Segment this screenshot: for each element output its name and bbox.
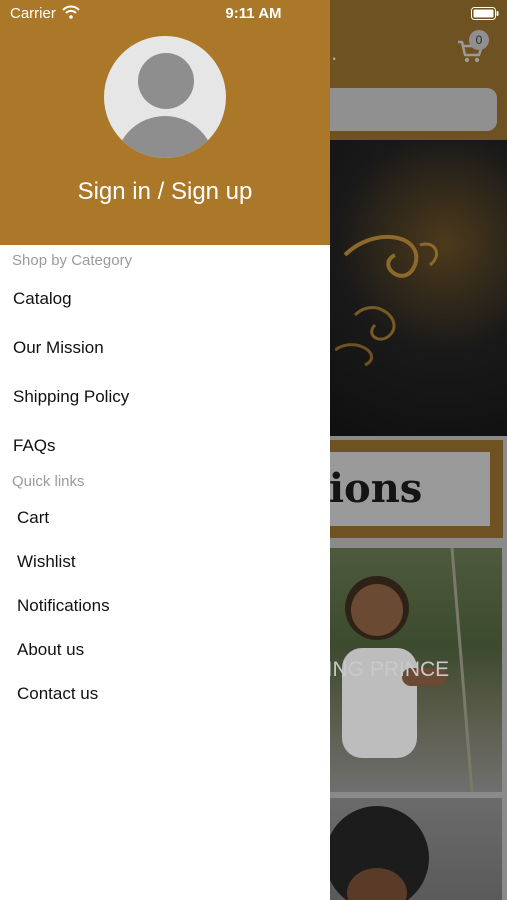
menu-item-contact-us[interactable]: Contact us xyxy=(17,684,98,704)
menu-item-notifications[interactable]: Notifications xyxy=(17,596,110,616)
clock: 9:11 AM xyxy=(225,5,282,22)
cart-count-badge: 0 xyxy=(469,30,489,50)
menu-item-wishlist[interactable]: Wishlist xyxy=(17,552,76,572)
section-heading-shop-by-category: Shop by Category xyxy=(12,252,133,269)
avatar-head xyxy=(138,53,194,109)
avatar[interactable] xyxy=(104,36,226,158)
product-card[interactable]: RMING PRINCE xyxy=(302,548,502,792)
menu-item-cart[interactable]: Cart xyxy=(17,508,49,528)
menu-item-our-mission[interactable]: Our Mission xyxy=(13,338,104,358)
hero-banner[interactable] xyxy=(300,140,507,436)
section-heading-quick-links: Quick links xyxy=(12,473,85,490)
drawer-header: Sign in / Sign up xyxy=(0,0,330,245)
sign-in-link[interactable]: Sign in / Sign up xyxy=(0,178,330,206)
menu-item-about-us[interactable]: About us xyxy=(17,640,84,660)
product-card[interactable] xyxy=(302,798,502,900)
logo-swirl xyxy=(335,234,438,367)
menu-item-faqs[interactable]: FAQs xyxy=(13,436,56,456)
battery-icon xyxy=(471,7,499,20)
product-photo xyxy=(325,806,429,900)
status-bar: Carrier 9:11 AM xyxy=(0,0,507,26)
collections-label: ctions xyxy=(316,452,490,526)
menu-item-shipping-policy[interactable]: Shipping Policy xyxy=(13,387,129,407)
menu-item-catalog[interactable]: Catalog xyxy=(13,289,72,309)
navigation-drawer: Sign in / Sign up Shop by Category Catal… xyxy=(0,0,330,900)
avatar-body xyxy=(115,116,215,158)
